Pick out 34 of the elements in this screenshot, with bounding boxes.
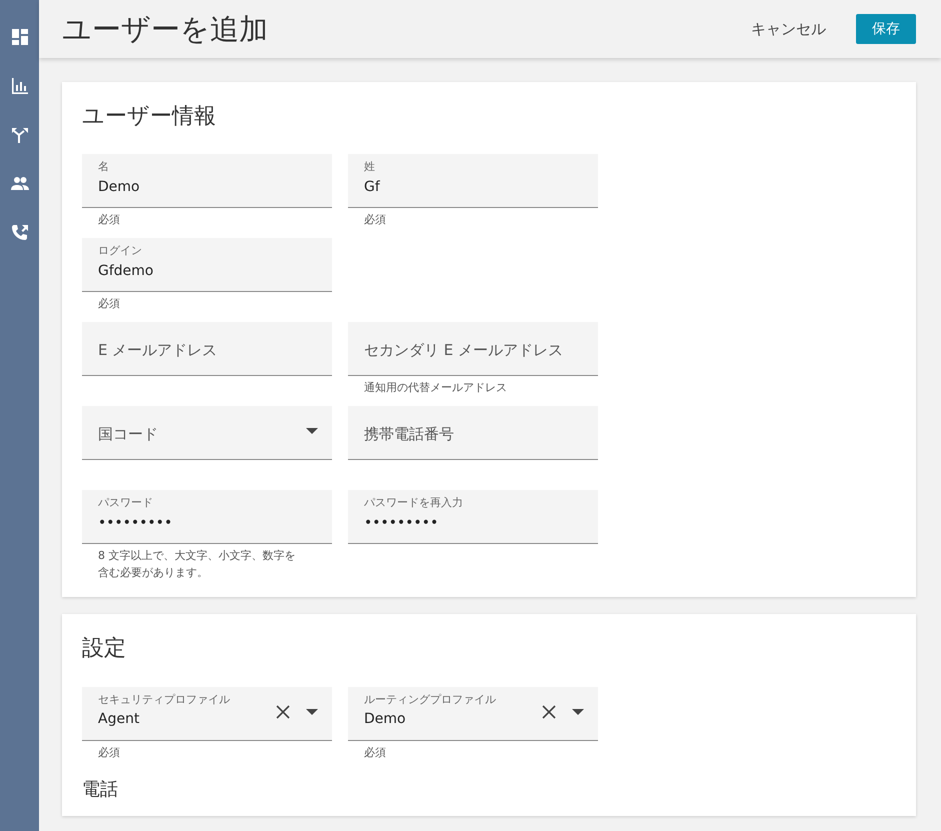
- dropdown-field[interactable]: ルーティングプロファイル Demo: [348, 686, 598, 741]
- dropdown-field[interactable]: セキュリティプロファイル Agent: [82, 686, 332, 741]
- input-field[interactable]: 名 Demo: [82, 154, 332, 208]
- input-field[interactable]: パスワードを再入力 •••••••••: [348, 490, 598, 544]
- input-field[interactable]: セカンダリ E メールアドレス: [348, 322, 598, 376]
- clear-icon[interactable]: [276, 704, 290, 719]
- split-arrow-icon: [10, 126, 28, 144]
- input-field[interactable]: パスワード •••••••••: [82, 490, 332, 544]
- helper-text: 必須: [363, 212, 387, 228]
- phone-icon: [10, 224, 28, 242]
- helper-text: 必須: [97, 296, 121, 312]
- dropdown-caret-icon[interactable]: [572, 708, 584, 715]
- helper-text: 必須: [97, 744, 121, 761]
- dropdown-caret-icon[interactable]: [306, 708, 318, 715]
- people-icon: [10, 175, 28, 193]
- clear-icon[interactable]: [542, 704, 556, 719]
- dropdown-caret-icon[interactable]: [306, 428, 318, 434]
- input-field[interactable]: E メールアドレス: [82, 322, 332, 376]
- helper-text: 必須: [363, 744, 387, 761]
- section-title: ユーザー情報: [82, 104, 217, 130]
- helper-text: 必須: [97, 212, 121, 228]
- page-title: ユーザーを追加: [62, 14, 268, 44]
- input-field[interactable]: 姓 Gf: [348, 154, 598, 208]
- section-title: 設定: [82, 636, 127, 663]
- input-field[interactable]: ログイン Gfdemo: [82, 238, 332, 292]
- dashboard-icon: [10, 28, 28, 46]
- helper-text: 通知用の代替メールアドレス: [363, 380, 508, 396]
- helper-text: 8 文字以上で、大文字、小文字、数字を含む必要があります。: [97, 548, 296, 581]
- section-subtitle: 電話: [82, 778, 119, 800]
- input-field[interactable]: 携帯電話番号: [348, 406, 598, 460]
- save-button[interactable]: 保存: [856, 14, 916, 44]
- dropdown-field[interactable]: 国コード: [82, 406, 332, 460]
- bar-chart-icon: [10, 77, 28, 95]
- cancel-button[interactable]: キャンセル: [745, 14, 832, 44]
